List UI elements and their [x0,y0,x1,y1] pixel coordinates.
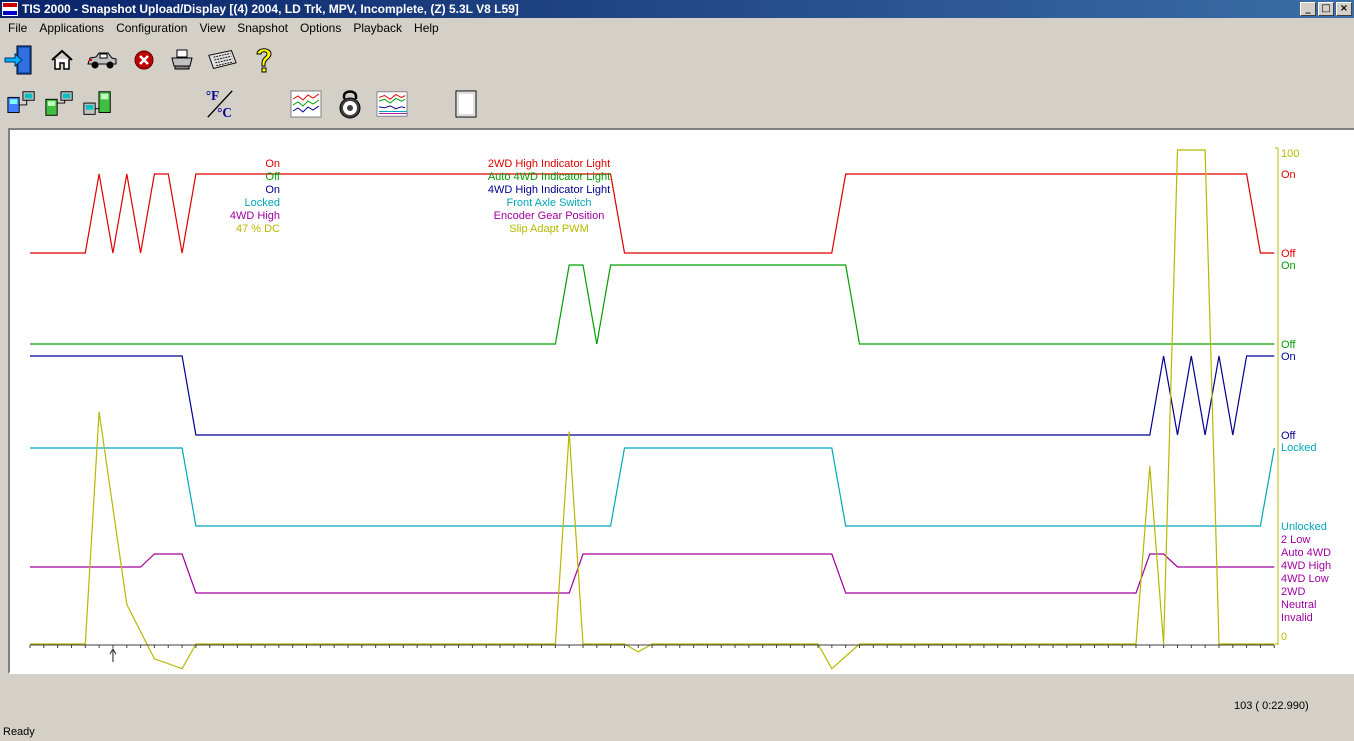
fahrenheit-label: °F [206,88,219,103]
transfer-device-button[interactable] [44,88,76,120]
axis-label: Off [1281,248,1296,260]
snapshot-graph[interactable]: On Off On Locked 4WD High 47 % DC 2WD High In… [8,128,1354,674]
maximize-button[interactable]: □ [1318,2,1334,16]
current-value: Locked [245,197,280,209]
stop-button[interactable] [128,44,160,76]
axis-label: 0 [1281,631,1287,643]
axis-label: Invalid [1281,612,1313,624]
legend-entry: Front Axle Switch [507,197,592,209]
celsius-label: °C [217,105,232,120]
help-button[interactable] [248,44,280,76]
menu-configuration[interactable]: Configuration [110,20,193,37]
trace-auto-4wd-indicator-light [30,264,1275,345]
trace-front-axle-switch [30,447,1275,527]
axis-label: On [1281,169,1296,181]
current-value: Off [266,171,281,183]
time-cursor-arrow[interactable] [109,647,117,662]
graph-overlay-button[interactable] [376,88,408,120]
legend-entry: 2WD High Indicator Light [488,158,610,170]
legend-entry: Encoder Gear Position [494,210,605,222]
print-icon [171,49,193,70]
trace-layer [30,149,1275,670]
app-icon[interactable] [2,2,18,16]
trace-2wd-high-indicator-light [30,173,1275,254]
exit-button[interactable] [2,44,34,76]
menu-options[interactable]: Options [294,20,347,37]
axis-label: 100 [1281,148,1299,160]
axis-label: Locked [1281,442,1316,454]
axis-label: Off [1281,430,1296,442]
menu-file[interactable]: File [2,20,33,37]
axis-label: Off [1281,339,1296,351]
current-value: 4WD High [230,210,280,222]
legend: 2WD High Indicator LightAuto 4WD Indicat… [488,158,610,235]
legend-entry: 4WD High Indicator Light [488,184,610,196]
upload-device-icon [7,91,35,113]
right-axis-labels: 100OnOffOnOffOnOffLockedUnlocked2 LowAut… [1275,147,1331,645]
axis-label: On [1281,351,1296,363]
axis-label: 2 Low [1281,534,1310,546]
trace-4wd-high-indicator-light [30,355,1275,436]
axis-label: Neutral [1281,599,1316,611]
unit-toggle-button[interactable]: °F °C [204,88,236,120]
vehicle-button[interactable] [86,44,118,76]
menu-applications[interactable]: Applications [33,20,110,37]
current-value: On [265,184,280,196]
position-readout: 103 ( 0:22.990) [1234,700,1309,712]
transfer-device-icon [45,91,73,116]
page-icon [455,90,477,118]
title-bar: TIS 2000 - Snapshot Upload/Display [(4) … [0,0,1354,18]
current-values: OnOffOnLocked4WD High47 % DC [230,158,281,235]
time-axis [29,644,1275,648]
axis-label: Auto 4WD [1281,547,1331,559]
lock-dial-icon [339,90,361,119]
print-button[interactable] [166,44,198,76]
vehicle-icon [87,52,117,69]
menu-playback[interactable]: Playback [347,20,408,37]
unit-toggle-icon: °F °C [206,88,233,120]
current-value: On [265,158,280,170]
graph-button[interactable] [290,88,322,120]
close-button[interactable]: × [1336,2,1352,16]
snapshot-toolbar: °F °C [0,84,1354,124]
axis-label: Unlocked [1281,521,1327,533]
window-title: TIS 2000 - Snapshot Upload/Display [(4) … [22,2,519,16]
status-ready: Ready [3,726,35,738]
minimize-button[interactable]: _ [1300,2,1316,16]
cursor-layer[interactable] [109,647,117,662]
status-area [0,676,1354,741]
home-icon [51,49,73,70]
exit-door-icon [4,45,32,75]
menu-bar: File Applications Configuration View Sna… [0,19,1354,38]
current-value: 47 % DC [236,223,280,235]
lock-dial-button[interactable] [334,88,366,120]
graph-overlay-icon [376,91,408,117]
graph-icon [290,90,322,118]
trace-slip-adapt-pwm [30,149,1275,670]
upload-device-button[interactable] [6,88,38,120]
main-toolbar [0,40,1354,80]
axis-label: 4WD Low [1281,573,1329,585]
keyboard-button[interactable] [206,44,238,76]
help-icon [256,48,272,73]
download-device-icon [83,91,111,115]
trace-encoder-gear-position [30,553,1275,594]
stop-icon [134,50,154,70]
axis-label: 2WD [1281,586,1306,598]
menu-view[interactable]: View [193,20,231,37]
axis-label: 4WD High [1281,560,1331,572]
legend-entry: Auto 4WD Indicator Light [488,171,610,183]
snapshot-chart: OnOffOnLocked4WD High47 % DC 2WD High In… [29,147,1331,670]
keyboard-icon [208,50,237,70]
home-button[interactable] [46,44,78,76]
legend-entry: Slip Adapt PWM [509,223,588,235]
axis-label: On [1281,260,1296,272]
menu-help[interactable]: Help [408,20,445,37]
page-button[interactable] [450,88,482,120]
menu-snapshot[interactable]: Snapshot [231,20,294,37]
download-device-button[interactable] [82,88,114,120]
